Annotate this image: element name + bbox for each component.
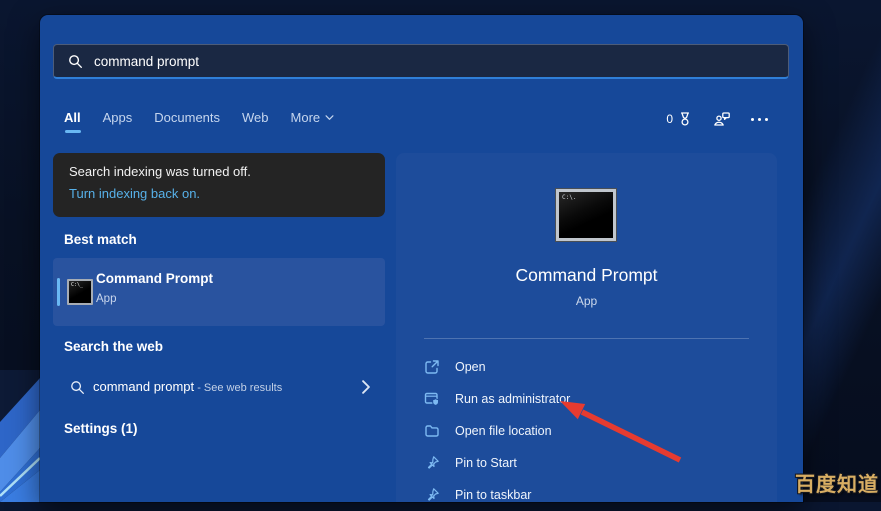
divider [424,338,749,339]
command-prompt-icon-large: C:\. [556,189,616,241]
pin-icon [424,487,440,503]
action-open[interactable]: Open [396,351,777,383]
more-options-icon[interactable] [751,118,768,121]
action-pin-to-taskbar[interactable]: Pin to taskbar [396,479,777,511]
indexing-notice: Search indexing was turned off. Turn ind… [53,153,385,217]
action-pin-to-start[interactable]: Pin to Start [396,447,777,479]
admin-shield-icon [424,391,440,407]
tab-apps[interactable]: Apps [103,110,133,126]
wallpaper-bloom-ribbons [0,370,40,502]
chevron-down-icon [325,115,334,121]
tab-all[interactable]: All [64,110,81,126]
search-web-heading: Search the web [64,339,163,354]
search-flyout-panel: command prompt All Apps Documents Web Mo… [40,15,803,502]
tab-more[interactable]: More [291,110,335,126]
search-icon [68,54,83,69]
web-suffix-text: - See web results [194,382,282,394]
selection-accent-bar [57,278,60,306]
search-filter-tabs: All Apps Documents Web More [64,110,334,126]
search-input[interactable]: command prompt [53,44,789,79]
tab-documents[interactable]: Documents [154,110,220,126]
feedback-icon[interactable] [713,111,731,127]
web-query-text: command prompt [93,379,194,394]
wallpaper-right-ribbon [803,0,881,502]
best-match-result[interactable]: C:\_ Command Prompt App [53,258,385,326]
action-list: Open Run as administrator Open file loca… [396,351,777,511]
settings-heading: Settings (1) [64,421,138,436]
preview-title: Command Prompt [396,265,777,286]
search-query-text: command prompt [94,54,199,69]
rewards-button[interactable]: 0 [666,111,693,127]
preview-subtitle: App [396,294,777,308]
folder-icon [424,423,440,439]
command-prompt-icon: C:\_ [67,279,93,305]
turn-indexing-on-link[interactable]: Turn indexing back on. [69,186,369,201]
active-tab-underline [65,130,81,133]
pin-icon [424,455,440,471]
tab-web[interactable]: Web [242,110,269,126]
result-subtitle: App [96,293,116,305]
result-title: Command Prompt [96,271,213,286]
action-open-file-location[interactable]: Open file location [396,415,777,447]
indexing-notice-text: Search indexing was turned off. [69,164,369,179]
web-search-result[interactable]: command prompt - See web results [53,368,385,408]
action-run-as-administrator[interactable]: Run as administrator [396,383,777,415]
rewards-count: 0 [666,112,673,126]
open-external-icon [424,359,440,375]
search-header-buttons: 0 [666,107,768,131]
baidu-zhidao-watermark: 百度知道 [795,468,879,497]
result-preview-card: C:\. Command Prompt App Open Run as admi… [396,153,777,502]
search-icon [70,380,85,395]
rewards-medal-icon [677,111,693,127]
chevron-right-icon [361,380,371,394]
best-match-heading: Best match [64,232,137,247]
